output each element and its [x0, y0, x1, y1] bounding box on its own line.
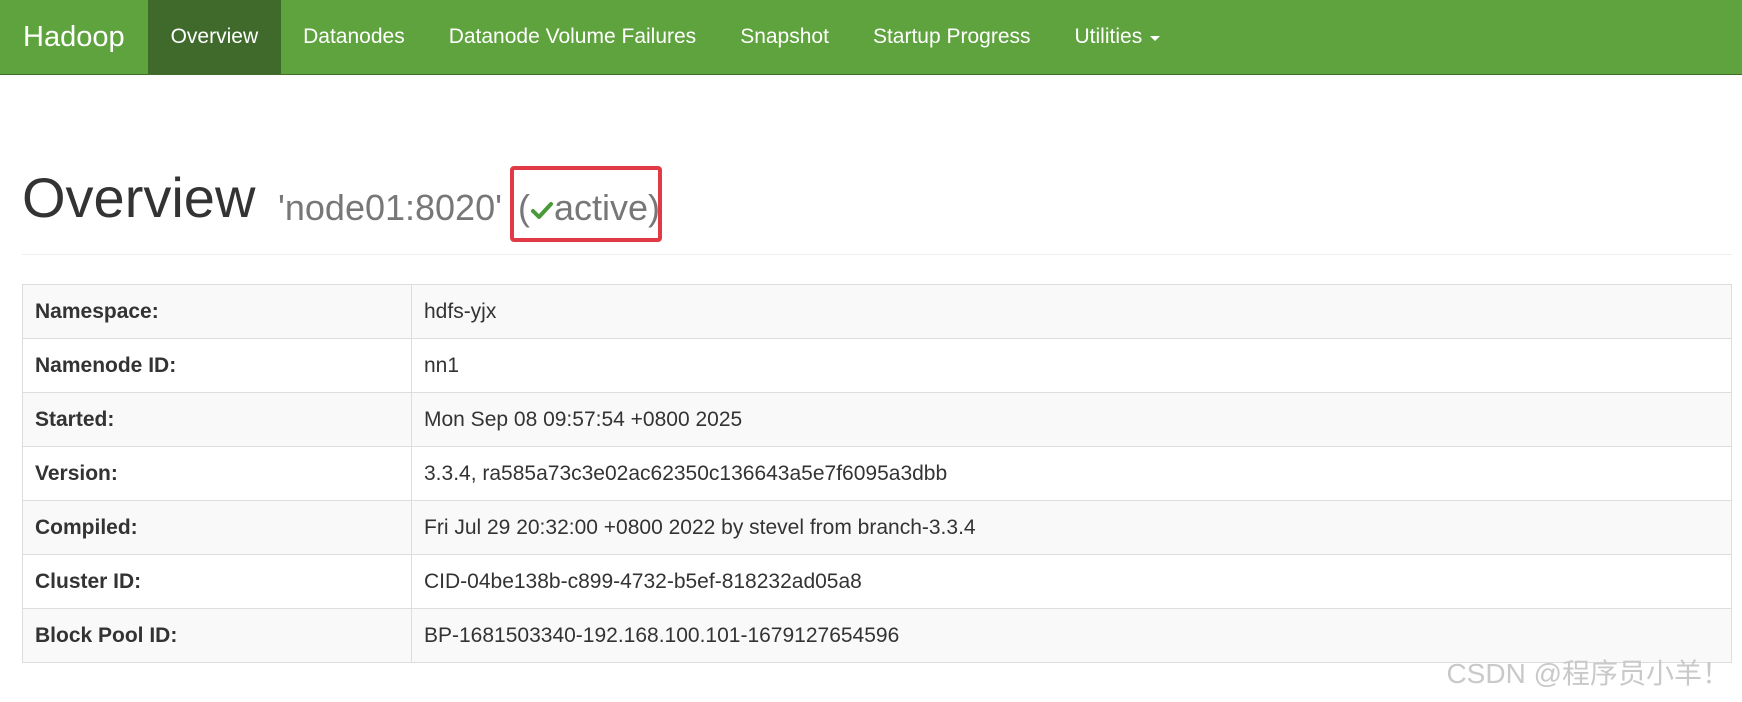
page-header: Overview 'node01:8020' ( active) — [22, 162, 1732, 255]
row-value: nn1 — [411, 338, 1732, 393]
nav-menu: Overview Datanodes Datanode Volume Failu… — [147, 0, 1183, 74]
state-label: active — [554, 187, 649, 228]
row-value: 3.3.4, ra585a73c3e02ac62350c136643a5e7f6… — [411, 446, 1732, 501]
nav-tab-startup-progress-label: Startup Progress — [872, 25, 1031, 48]
row-key: Block Pool ID: — [22, 608, 412, 663]
row-key: Started: — [22, 392, 412, 447]
state-close-paren: ) — [648, 187, 661, 228]
table-row: Namespace: hdfs-yjx — [22, 284, 1732, 339]
table-row: Started: Mon Sep 08 09:57:54 +0800 2025 — [22, 392, 1732, 447]
nav-tab-overview[interactable]: Overview — [147, 0, 282, 74]
nav-tab-datanode-volume-failures[interactable]: Datanode Volume Failures — [427, 0, 718, 74]
check-icon — [531, 202, 553, 219]
row-key: Version: — [22, 446, 412, 501]
table-row: Namenode ID: nn1 — [22, 338, 1732, 393]
top-navbar: Hadoop Overview Datanodes Datanode Volum… — [0, 0, 1742, 75]
brand-link[interactable]: Hadoop — [0, 0, 148, 74]
row-value: Fri Jul 29 20:32:00 +0800 2022 by stevel… — [411, 500, 1732, 555]
row-value: CID-04be138b-c899-4732-b5ef-818232ad05a8 — [411, 554, 1732, 609]
row-value: Mon Sep 08 09:57:54 +0800 2025 — [411, 392, 1732, 447]
nav-tab-datanodes[interactable]: Datanodes — [281, 0, 427, 74]
row-key: Namespace: — [22, 284, 412, 339]
overview-info-table: Namespace: hdfs-yjx Namenode ID: nn1 Sta… — [22, 284, 1732, 663]
nav-dropdown-utilities[interactable]: Utilities — [1053, 0, 1183, 74]
namenode-state: ( active) — [518, 186, 660, 230]
namenode-host: 'node01:8020' — [278, 187, 502, 228]
table-row: Compiled: Fri Jul 29 20:32:00 +0800 2022… — [22, 500, 1732, 555]
page-title: Overview — [22, 166, 256, 229]
table-row: Cluster ID: CID-04be138b-c899-4732-b5ef-… — [22, 554, 1732, 609]
watermark: CSDN @程序员小羊！ — [1446, 658, 1730, 689]
state-open-paren: ( — [518, 187, 530, 228]
nav-tab-datanodes-label: Datanodes — [303, 25, 405, 48]
caret-down-icon — [1150, 36, 1161, 41]
nav-tab-snapshot-label: Snapshot — [740, 25, 829, 48]
row-key: Namenode ID: — [22, 338, 412, 393]
row-value: hdfs-yjx — [411, 284, 1732, 339]
nav-tab-snapshot[interactable]: Snapshot — [718, 0, 851, 74]
row-key: Cluster ID: — [22, 554, 412, 609]
nav-dropdown-utilities-label: Utilities — [1074, 25, 1143, 48]
table-row: Version: 3.3.4, ra585a73c3e02ac62350c136… — [22, 446, 1732, 501]
nav-tab-startup-progress[interactable]: Startup Progress — [851, 0, 1053, 74]
nav-tab-overview-label: Overview — [170, 25, 259, 48]
row-key: Compiled: — [22, 500, 412, 555]
nav-tab-datanode-volume-failures-label: Datanode Volume Failures — [448, 25, 697, 48]
